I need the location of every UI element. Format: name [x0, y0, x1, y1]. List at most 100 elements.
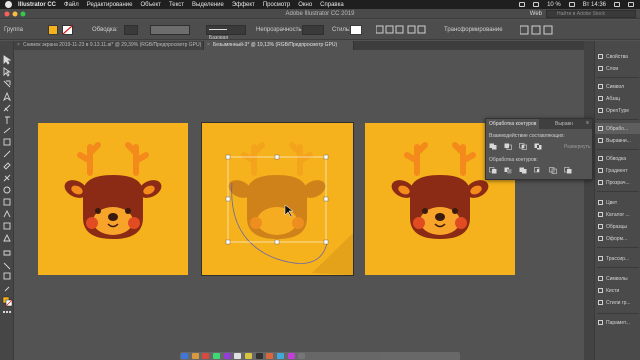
dropbox-icon[interactable]	[519, 2, 526, 7]
app-icon[interactable]	[191, 353, 199, 359]
graphic-style-swatch[interactable]	[350, 25, 362, 35]
app-icon[interactable]	[202, 353, 210, 359]
battery-icon[interactable]	[568, 2, 575, 7]
mesh-tool-icon[interactable]	[3, 262, 11, 270]
menu-app[interactable]: Illustrator CC	[18, 2, 56, 8]
app-icon[interactable]	[255, 353, 263, 359]
battery-percent[interactable]: 10 %	[547, 2, 561, 8]
panel-symbols[interactable]: Символы	[595, 273, 640, 284]
color-mode-icons[interactable]	[3, 311, 11, 313]
crop-icon[interactable]	[534, 167, 542, 174]
illustrator-icon[interactable]	[266, 353, 274, 359]
panel-properties[interactable]: Свойства	[595, 51, 640, 62]
panel-color-guide[interactable]: Каталог ...	[595, 209, 640, 220]
menu-type[interactable]: Текст	[169, 2, 184, 8]
divide-icon[interactable]	[489, 167, 497, 174]
direct-selection-tool-icon[interactable]	[3, 67, 12, 77]
menu-effect[interactable]: Эффект	[232, 2, 255, 8]
intersect-icon[interactable]	[519, 143, 527, 150]
panel-image-trace[interactable]: Трассир...	[595, 253, 640, 264]
gradient-tool-icon[interactable]	[3, 272, 11, 280]
app-icon[interactable]	[287, 353, 295, 359]
finder-icon[interactable]	[181, 353, 188, 359]
menu-view[interactable]: Просмотр	[263, 2, 290, 8]
merge-icon[interactable]	[519, 167, 527, 174]
panel-collapse-strip[interactable]	[584, 41, 594, 360]
panel-graphic-styles[interactable]: Стили гр...	[595, 297, 640, 308]
pen-tool-icon[interactable]	[2, 91, 12, 102]
clock[interactable]: Вт 14:36	[583, 2, 606, 8]
opacity-label[interactable]: Непрозрачность:	[256, 27, 303, 33]
app-icon[interactable]	[277, 353, 285, 359]
panel-stroke[interactable]: Обводка	[595, 153, 640, 164]
tab-screenshot-doc[interactable]: × Снимок экрана 2019-11-23 в 9.13.11.ai*…	[14, 41, 204, 50]
tab-pathfinder[interactable]: Обработка контуров	[486, 119, 540, 129]
width-tool-icon[interactable]	[3, 209, 11, 218]
perspective-tool-icon[interactable]	[3, 250, 11, 256]
stroke-swatch[interactable]	[62, 25, 73, 35]
menu-icon[interactable]	[628, 2, 634, 7]
expand-button[interactable]: Развернуть	[564, 144, 591, 150]
menu-object[interactable]: Объект	[141, 2, 161, 8]
panel-align[interactable]: Выравни...	[595, 135, 640, 146]
app-icon[interactable]	[234, 353, 242, 359]
transform-link[interactable]: Трансформирование	[444, 27, 503, 33]
menu-help[interactable]: Справка	[320, 2, 344, 8]
tab-untitled-3[interactable]: × Безымянный-3* @ 19,13% (RGB/Предпросмо…	[204, 41, 354, 50]
shape-builder-tool-icon[interactable]	[3, 233, 11, 242]
panel-color[interactable]: Цвет	[595, 197, 640, 208]
wifi-icon[interactable]	[533, 2, 540, 7]
outline-icon[interactable]	[549, 167, 557, 174]
panel-swatches[interactable]: Образцы	[595, 221, 640, 232]
panel-appearance[interactable]: Оформ...	[595, 233, 640, 244]
menu-file[interactable]: Файл	[64, 2, 79, 8]
minus-front-icon[interactable]	[504, 143, 512, 150]
paintbrush-tool-icon[interactable]	[3, 150, 11, 158]
app-icon[interactable]	[223, 353, 231, 359]
workspace-switcher[interactable]: Web	[530, 11, 542, 17]
panel-transparency[interactable]: Прозрач...	[595, 177, 640, 188]
close-tab-icon[interactable]: ×	[207, 41, 210, 50]
trim-icon[interactable]	[504, 167, 512, 174]
menu-select[interactable]: Выделение	[192, 2, 224, 8]
variable-width-profile[interactable]	[150, 25, 190, 35]
shaper-tool-icon[interactable]	[3, 162, 11, 170]
selection-tool-icon[interactable]	[3, 55, 12, 65]
panel-layers[interactable]: Слои	[595, 63, 640, 74]
stroke-weight-field[interactable]	[124, 25, 138, 35]
panel-opentype[interactable]: OpenType	[595, 105, 640, 116]
control-extra-icons[interactable]	[520, 25, 554, 35]
stock-search-input[interactable]: Найти в Adobe Stock	[546, 10, 636, 18]
app-icon[interactable]	[213, 353, 221, 359]
unite-icon[interactable]	[489, 143, 497, 150]
align-buttons[interactable]	[376, 25, 436, 35]
panel-pathfinder[interactable]: Обрабо...	[595, 123, 640, 134]
eyedropper-tool-icon[interactable]	[4, 286, 10, 292]
eraser-tool-icon[interactable]	[3, 174, 11, 182]
artboard-2[interactable]	[202, 123, 353, 275]
curvature-tool-icon[interactable]	[3, 104, 11, 112]
panel-brushes[interactable]: Кисти	[595, 285, 640, 296]
artboard-1[interactable]	[38, 123, 188, 275]
spotlight-icon[interactable]	[614, 2, 620, 7]
menu-window[interactable]: Окно	[298, 2, 312, 8]
menu-edit[interactable]: Редактирование	[87, 2, 133, 8]
brush-definition[interactable]: Базовая	[206, 25, 246, 41]
canvas-area[interactable]	[15, 50, 584, 360]
panel-paragraph[interactable]: Абзац	[595, 93, 640, 104]
close-tab-icon[interactable]: ×	[17, 41, 20, 50]
scale-tool-icon[interactable]	[3, 198, 11, 206]
app-icon[interactable]	[245, 353, 253, 359]
trash-icon[interactable]	[298, 353, 306, 359]
tab-align[interactable]: Выравн	[552, 119, 576, 129]
apple-icon[interactable]	[5, 1, 12, 8]
exclude-icon[interactable]	[534, 143, 542, 150]
magic-wand-tool-icon[interactable]	[3, 80, 11, 88]
panel-character[interactable]: Символ	[595, 81, 640, 92]
panel-options[interactable]: Парамет...	[595, 317, 640, 328]
opacity-field[interactable]	[302, 25, 324, 35]
free-transform-tool-icon[interactable]	[3, 222, 11, 230]
line-tool-icon[interactable]	[3, 127, 11, 134]
rectangle-tool-icon[interactable]	[3, 138, 11, 146]
rotate-tool-icon[interactable]	[3, 186, 11, 194]
